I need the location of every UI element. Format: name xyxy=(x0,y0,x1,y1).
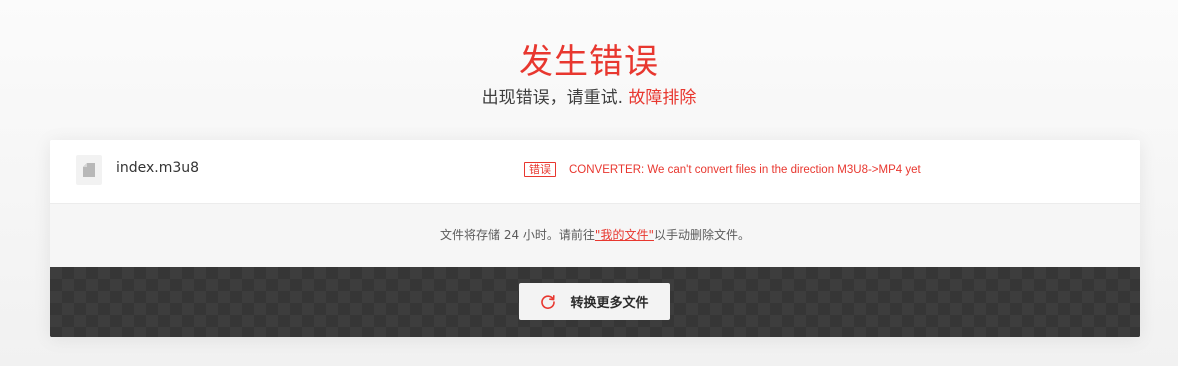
file-icon xyxy=(76,155,102,185)
notice-text-after: 以手动删除文件。 xyxy=(653,228,750,242)
file-row: index.m3u8 错误 CONVERTER: We can't conver… xyxy=(50,140,1140,204)
convert-more-button[interactable]: 转换更多文件 xyxy=(519,283,670,320)
actions-panel: 转换更多文件 xyxy=(50,267,1140,337)
file-status: 错误 CONVERTER: We can't convert files in … xyxy=(524,162,921,177)
result-header: 发生错误 出现错误，请重试. 故障排除 xyxy=(0,38,1178,110)
file-name: index.m3u8 xyxy=(116,160,200,176)
troubleshoot-link[interactable]: 故障排除 xyxy=(628,88,696,108)
page-subtitle: 出现错误，请重试. 故障排除 xyxy=(0,86,1178,110)
convert-more-label: 转换更多文件 xyxy=(570,296,649,311)
refresh-icon xyxy=(541,294,556,309)
error-badge: 错误 xyxy=(524,162,556,177)
my-files-link[interactable]: "我的文件" xyxy=(595,228,654,242)
notice-text-before: 文件将存储 24 小时。请前往 xyxy=(440,228,595,242)
page-title: 发生错误 xyxy=(519,42,659,82)
conversion-card: index.m3u8 错误 CONVERTER: We can't conver… xyxy=(50,140,1140,337)
storage-notice: 文件将存储 24 小时。请前往"我的文件"以手动删除文件。 xyxy=(50,204,1140,267)
error-message: CONVERTER: We can't convert files in the… xyxy=(569,163,921,176)
subtitle-text: 出现错误，请重试. xyxy=(481,88,623,108)
